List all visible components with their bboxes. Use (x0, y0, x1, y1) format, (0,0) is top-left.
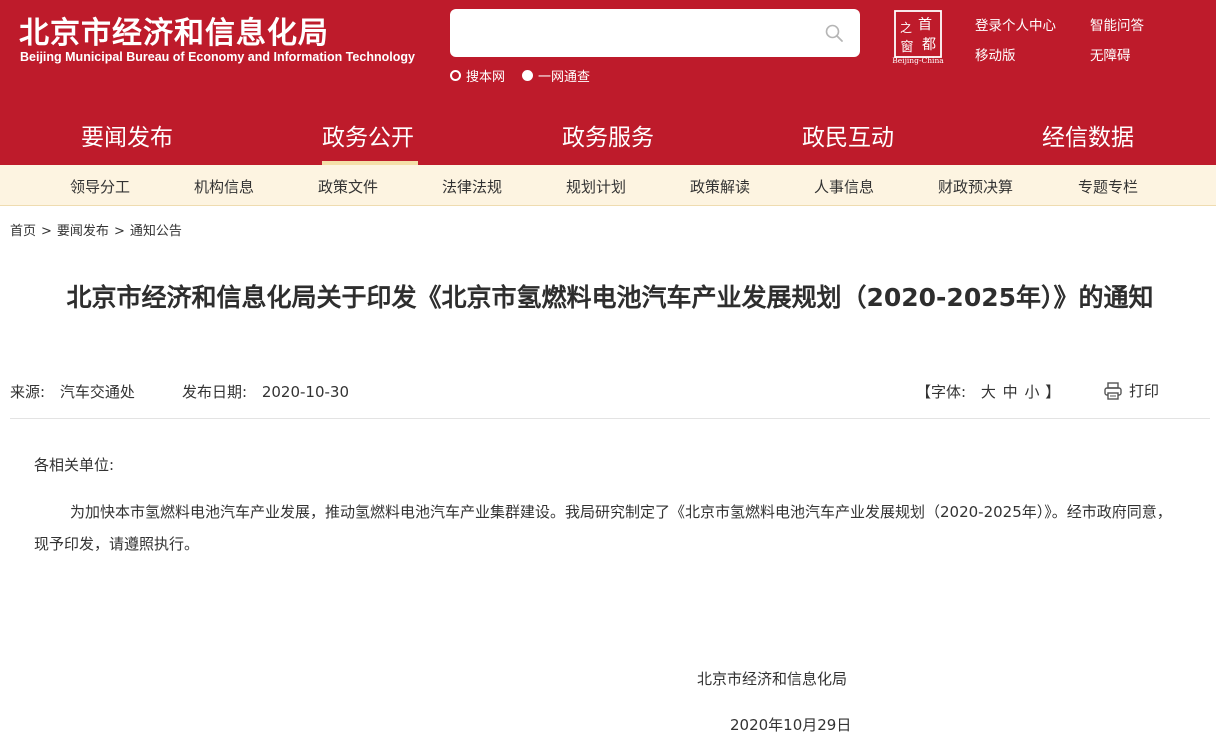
breadcrumb-notices[interactable]: 通知公告 (130, 224, 182, 239)
emblem-char: 都 (922, 37, 936, 53)
mobile-version-link[interactable]: 移动版 (975, 44, 1016, 64)
date-label: 发布日期: (182, 383, 248, 401)
main-nav-item-interaction[interactable]: 政民互动 (802, 118, 894, 152)
article-body: 为加快本市氢燃料电池汽车产业发展，推动氢燃料电池汽车产业集群建设。我局研究制定了… (34, 503, 1172, 553)
sub-nav-item[interactable]: 财政预决算 (938, 176, 1013, 197)
search-option-label: 一网通查 (538, 70, 591, 85)
sub-nav: 领导分工 机构信息 政策文件 法律法规 规划计划 政策解读 人事信息 财政预决算… (0, 165, 1216, 206)
breadcrumb-news[interactable]: 要闻发布 (57, 224, 109, 239)
main-nav-item-data[interactable]: 经信数据 (1042, 118, 1134, 152)
article-source: 来源: 汽车交通处 (10, 381, 135, 402)
emblem-subtitle: Beijing-China (892, 56, 944, 65)
emblem-char: 窗 (900, 39, 913, 55)
sub-nav-item[interactable]: 法律法规 (442, 176, 502, 197)
article-salutation: 各相关单位: (34, 456, 115, 474)
font-size-control: 【字体: 大 中 小 】 (916, 381, 1060, 402)
search-box (450, 9, 860, 57)
article-date: 发布日期: 2020-10-30 (182, 381, 349, 402)
emblem-char: 之 (900, 21, 912, 35)
search-input[interactable] (464, 19, 804, 47)
search-icon[interactable] (824, 23, 844, 43)
sub-nav-item[interactable]: 专题专栏 (1078, 176, 1138, 197)
article-title: 北京市经济和信息化局关于印发《北京市氢燃料电池汽车产业发展规划（2020-202… (66, 283, 1154, 312)
sub-nav-item[interactable]: 机构信息 (194, 176, 254, 197)
font-size-label: 【字体: (916, 383, 967, 401)
emblem-char: 首 (918, 17, 932, 33)
source-value: 汽车交通处 (59, 383, 135, 401)
breadcrumb-separator: > (113, 224, 125, 239)
source-label: 来源: (10, 383, 46, 401)
signature-organization: 北京市经济和信息化局 (697, 670, 848, 688)
font-size-large[interactable]: 大 (981, 383, 996, 401)
breadcrumb-home[interactable]: 首页 (10, 224, 36, 239)
breadcrumb: 首页 > 要闻发布 > 通知公告 (10, 220, 182, 239)
print-button[interactable]: 打印 (1103, 380, 1159, 401)
sub-nav-item[interactable]: 政策文件 (318, 176, 378, 197)
search-option-label: 搜本网 (466, 70, 506, 85)
signature-date: 2020年10月29日 (730, 716, 852, 734)
site-header: 北京市经济和信息化局 Beijing Municipal Bureau of E… (0, 0, 1216, 104)
main-nav-item-gov-open[interactable]: 政务公开 (322, 118, 414, 152)
main-nav-item-news[interactable]: 要闻发布 (81, 118, 173, 152)
radio-unchecked-icon[interactable] (450, 70, 461, 81)
smart-qa-link[interactable]: 智能问答 (1090, 14, 1144, 34)
date-value: 2020-10-30 (261, 383, 350, 401)
sub-nav-item[interactable]: 领导分工 (70, 176, 130, 197)
search-option-all[interactable]: 一网通查 (522, 66, 590, 85)
main-nav: 要闻发布 政务公开 政务服务 政民互动 经信数据 (0, 104, 1216, 165)
font-size-close: 】 (1045, 383, 1061, 401)
search-option-site[interactable]: 搜本网 (450, 66, 505, 85)
accessibility-link[interactable]: 无障碍 (1090, 44, 1131, 64)
sub-nav-item[interactable]: 规划计划 (566, 176, 626, 197)
font-size-medium[interactable]: 中 (1003, 383, 1018, 401)
site-title[interactable]: 北京市经济和信息化局 (19, 8, 329, 52)
radio-checked-icon[interactable] (522, 70, 533, 81)
sub-nav-item[interactable]: 人事信息 (814, 176, 874, 197)
site-title-en: Beijing Municipal Bureau of Economy and … (20, 50, 415, 64)
login-link[interactable]: 登录个人中心 (975, 14, 1056, 34)
breadcrumb-separator: > (41, 224, 52, 239)
main-nav-item-gov-service[interactable]: 政务服务 (562, 118, 654, 152)
printer-icon[interactable] (1103, 381, 1123, 401)
print-label: 打印 (1129, 382, 1160, 400)
sub-nav-item[interactable]: 政策解读 (690, 176, 750, 197)
meta-divider (10, 418, 1210, 419)
font-size-small[interactable]: 小 (1024, 383, 1039, 401)
